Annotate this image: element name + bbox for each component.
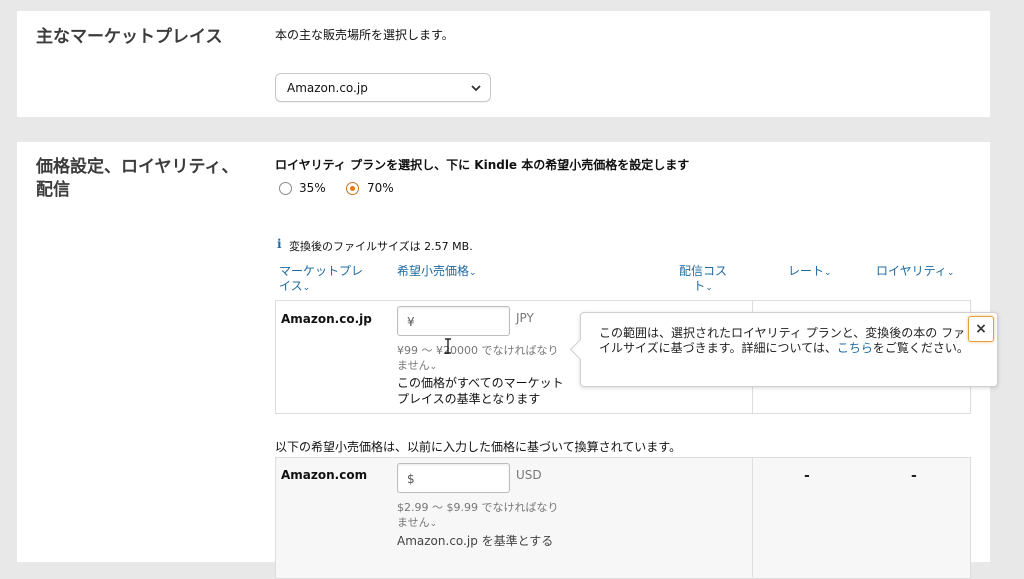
jpy-currency-label: JPY	[516, 311, 534, 325]
usd-range-line1: $2.99 ～ $9.99 でなければなり	[397, 501, 559, 514]
tooltip-link[interactable]: こちら	[837, 341, 873, 355]
tooltip-text: この範囲は、選択されたロイヤリティ プランと、変換後の本の ファイルサイズに基づ…	[599, 326, 969, 356]
tooltip-text-after: をご覧ください。	[872, 341, 969, 355]
com-royalty-value: -	[911, 468, 917, 484]
chevron-down-icon: ⌄	[824, 268, 832, 278]
jp-marketplace-name: Amazon.co.jp	[281, 312, 372, 326]
royalty-instruction: ロイヤリティ プランを選択し、下に Kindle 本の希望小売価格を設定します	[275, 158, 690, 172]
pricing-section-title-line1: 価格設定、ロイヤリティ、	[36, 157, 239, 177]
column-rate[interactable]: レート⌄	[788, 264, 832, 281]
royalty-70-label[interactable]: 70%	[367, 181, 394, 195]
com-marketplace-name: Amazon.com	[281, 468, 368, 482]
usd-range-hint: $2.99 ～ $9.99 でなければなり ません⌄	[397, 500, 558, 532]
column-royalty-label: ロイヤリティ	[876, 264, 947, 278]
jpy-base-note: この価格がすべてのマーケット プレイスの基準となります	[397, 375, 564, 407]
com-row-divider	[752, 457, 753, 577]
column-rate-label: レート	[788, 264, 825, 278]
chevron-down-icon: ⌄	[705, 283, 713, 293]
jpy-base-line2: プレイスの基準となります	[397, 392, 541, 406]
close-icon: ×	[975, 321, 987, 337]
column-list-price-label: 希望小売価格	[397, 264, 470, 278]
royalty-35-label[interactable]: 35%	[299, 181, 326, 195]
com-price-row	[275, 457, 971, 579]
chevron-down-icon	[471, 74, 481, 114]
royalty-35-radio[interactable]	[279, 182, 292, 195]
file-size-note: 変換後のファイルサイズは 2.57 MB.	[289, 240, 473, 253]
marketplace-select[interactable]: Amazon.co.jp	[275, 73, 491, 102]
marketplace-description: 本の主な販売場所を選択します。	[275, 28, 454, 42]
usd-price-input[interactable]: $	[397, 463, 510, 493]
usd-currency-label: USD	[516, 468, 542, 482]
jpy-range-hint: ¥99 ～ ¥20000 でなければなり ません⌄	[397, 343, 558, 375]
column-delivery-cost-line1: 配信コス	[678, 264, 727, 278]
converted-price-note: 以下の希望小売価格は、以前に入力した価格に基づいて換算されています。	[275, 440, 682, 454]
marketplace-select-value: Amazon.co.jp	[287, 81, 368, 95]
chevron-down-icon[interactable]: ⌄	[430, 519, 438, 529]
column-royalty[interactable]: ロイヤリティ⌄	[876, 264, 954, 281]
jpy-range-line2: ません	[397, 359, 430, 372]
royalty-70-radio[interactable]	[346, 182, 359, 195]
column-delivery-cost-line2: ト	[693, 279, 706, 293]
chevron-down-icon[interactable]: ⌄	[430, 362, 438, 372]
text-cursor-icon	[444, 338, 452, 354]
marketplace-panel: 主なマーケットプレイス 本の主な販売場所を選択します。 Amazon.co.jp	[17, 11, 990, 117]
info-icon: i	[277, 237, 282, 251]
chevron-down-icon: ⌄	[946, 268, 955, 278]
column-marketplace-line1: マーケットプレ	[279, 264, 364, 278]
column-marketplace[interactable]: マーケットプレ イス⌄	[279, 264, 363, 296]
column-marketplace-line2: イス	[279, 279, 303, 293]
jpy-price-input[interactable]: ¥	[397, 306, 510, 336]
chevron-down-icon: ⌄	[469, 268, 477, 278]
tooltip-close-button[interactable]: ×	[968, 316, 994, 342]
usd-price-placeholder: $	[407, 472, 415, 486]
marketplace-section-title: 主なマーケットプレイス	[36, 27, 223, 47]
jpy-price-placeholder: ¥	[407, 315, 415, 329]
column-delivery-cost[interactable]: 配信コス ト⌄	[673, 264, 733, 296]
price-range-tooltip: この範囲は、選択されたロイヤリティ プランと、変換後の本の ファイルサイズに基づ…	[569, 312, 998, 387]
com-rate-value: -	[804, 468, 810, 484]
usd-range-line2: ません	[397, 516, 430, 529]
chevron-down-icon: ⌄	[302, 283, 311, 293]
jpy-base-line1: この価格がすべてのマーケット	[397, 376, 564, 390]
jpy-range-line1: ¥99 ～ ¥20000 でなければなり	[397, 344, 559, 357]
column-list-price[interactable]: 希望小売価格⌄	[397, 264, 477, 281]
pricing-section-title-line2: 配信	[36, 180, 70, 200]
